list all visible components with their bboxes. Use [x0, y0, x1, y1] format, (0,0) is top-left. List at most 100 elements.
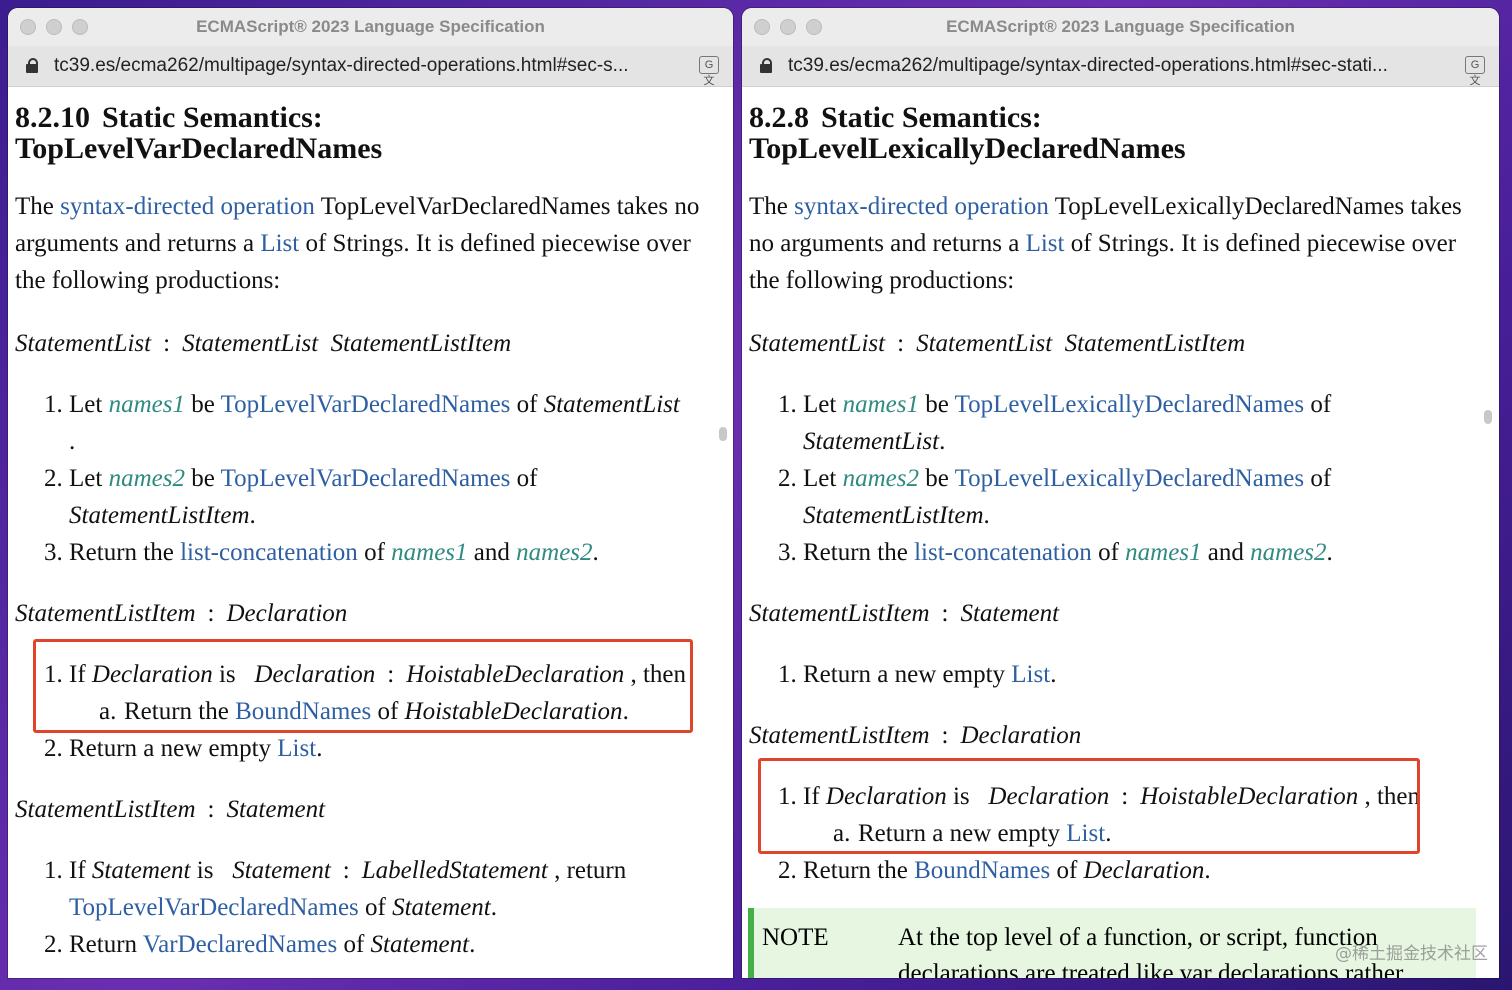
title-bar[interactable]: ECMAScript® 2023 Language Specification	[742, 8, 1499, 46]
variable[interactable]: names1	[1125, 539, 1201, 566]
link-syntax-directed-operation[interactable]: syntax-directed operation	[60, 193, 315, 220]
text: .	[1326, 539, 1333, 566]
production-lhs: StatementList	[749, 330, 886, 357]
url-text[interactable]: tc39.es/ecma262/multipage/syntax-directe…	[54, 55, 679, 77]
algorithm-step: 1. If Statement is Statement: LabelledStat…	[44, 852, 726, 926]
url-text[interactable]: tc39.es/ecma262/multipage/syntax-directe…	[788, 55, 1443, 77]
link-toplevelvardeclarednames[interactable]: TopLevelVarDeclaredNames	[69, 894, 359, 921]
production-statementlistitem-statement: StatementListItem: Statement	[15, 795, 726, 825]
production-colon: :	[163, 330, 171, 357]
text: .	[939, 428, 946, 455]
section-heading: 8.2.8 Static Semantics: TopLevelLexically…	[749, 102, 1492, 164]
production-rhs: Statement	[226, 796, 326, 823]
section-title-line2: TopLevelLexicallyDeclaredNames	[749, 132, 1186, 165]
nonterminal: Statement	[91, 857, 191, 884]
text: .	[249, 502, 256, 529]
link-vardeclarednames[interactable]: VarDeclaredNames	[143, 931, 337, 958]
link-boundnames[interactable]: BoundNames	[914, 857, 1050, 884]
step-number: 2.	[44, 465, 63, 492]
browser-window-right: ECMAScript® 2023 Language Specification …	[742, 8, 1499, 978]
algorithm-step: 2. Return a new empty List.	[44, 730, 726, 767]
variable[interactable]: names1	[391, 539, 467, 566]
link-list[interactable]: List	[1011, 661, 1050, 688]
text: .	[983, 502, 990, 529]
nonterminal: LabelledStatement	[361, 857, 548, 884]
production-colon: :	[207, 600, 215, 627]
step-number: 1.	[44, 391, 63, 418]
text: be	[918, 465, 955, 492]
link-list-concatenation[interactable]: list-concatenation	[914, 539, 1092, 566]
algorithm-step: 1. Let names1 be TopLevelLexicallyDeclare…	[778, 386, 1492, 460]
translate-icon[interactable]: G文	[1465, 56, 1485, 87]
text: .	[1204, 857, 1211, 884]
production-statementlistitem-declaration: StatementListItem: Declaration	[15, 599, 726, 629]
text: Let	[69, 465, 109, 492]
algorithm-1: 1. Let names1 be TopLevelVarDeclaredNames…	[15, 386, 726, 571]
text: of	[358, 894, 393, 921]
page-content: 8.2.10 Static Semantics: TopLevelVarDecla…	[8, 86, 733, 978]
link-toplevelvardeclarednames[interactable]: TopLevelVarDeclaredNames	[221, 391, 511, 418]
text: of	[1050, 857, 1084, 884]
text: is	[190, 857, 220, 884]
text: .	[69, 428, 76, 455]
production-statementlistitem-statement: StatementListItem: Statement	[749, 599, 1492, 629]
text: If	[69, 857, 92, 884]
highlight-box	[33, 639, 693, 733]
algorithm-step: 2. Let names2 be TopLevelLexicallyDeclare…	[778, 460, 1492, 534]
link-toplevellexicallydeclarednames[interactable]: TopLevelLexicallyDeclaredNames	[955, 391, 1304, 418]
link-list-concatenation[interactable]: list-concatenation	[180, 539, 358, 566]
lock-icon	[760, 58, 772, 73]
algorithm-2: 1. Return a new empty List.	[749, 656, 1492, 693]
algorithm-1: 1. Let names1 be TopLevelLexicallyDeclare…	[749, 386, 1492, 571]
text: of	[337, 931, 371, 958]
variable[interactable]: names2	[1250, 539, 1326, 566]
production-statementlistitem-declaration: StatementListItem: Declaration	[749, 721, 1492, 751]
text: be	[184, 391, 221, 418]
link-toplevellexicallydeclarednames[interactable]: TopLevelLexicallyDeclaredNames	[955, 465, 1304, 492]
variable[interactable]: names1	[109, 391, 185, 418]
section-number: 8.2.10	[15, 101, 90, 134]
variable[interactable]: names2	[109, 465, 185, 492]
production-colon: :	[941, 600, 949, 627]
step-number: 2.	[44, 735, 63, 762]
production-lhs: StatementListItem	[749, 722, 930, 749]
intro-paragraph: The syntax-directed operation TopLevelLe…	[749, 188, 1492, 299]
link-syntax-directed-operation[interactable]: syntax-directed operation	[794, 193, 1049, 220]
address-bar[interactable]: tc39.es/ecma262/multipage/syntax-directe…	[742, 46, 1499, 87]
text: Return	[69, 931, 143, 958]
step-number: 2.	[778, 857, 797, 884]
translate-icon[interactable]: G文	[699, 56, 719, 87]
link-list[interactable]: List	[277, 735, 316, 762]
link-toplevelvardeclarednames[interactable]: TopLevelVarDeclaredNames	[221, 465, 511, 492]
text: Return a new empty	[69, 735, 278, 762]
link-list[interactable]: List	[1026, 230, 1065, 257]
nonterminal: StatementListItem	[803, 502, 984, 529]
text: The	[749, 193, 795, 220]
step-number: 2.	[778, 465, 797, 492]
algorithm-step: 2. Return VarDeclaredNames of Statement.	[44, 926, 726, 963]
text: Let	[69, 391, 109, 418]
variable[interactable]: names2	[843, 465, 919, 492]
section-number: 8.2.8	[749, 101, 809, 134]
address-bar[interactable]: tc39.es/ecma262/multipage/syntax-directe…	[8, 46, 733, 87]
production-rhs: Declaration	[960, 722, 1082, 749]
production-lhs: StatementListItem	[749, 600, 930, 627]
text: of	[357, 539, 392, 566]
production-colon: :	[897, 330, 905, 357]
variable[interactable]: names1	[843, 391, 919, 418]
title-bar[interactable]: ECMAScript® 2023 Language Specification	[8, 8, 733, 46]
highlight-box	[758, 758, 1420, 854]
algorithm-step: 2. Return the BoundNames of Declaration.	[778, 852, 1492, 889]
step-number: 3.	[778, 539, 797, 566]
text: be	[184, 465, 221, 492]
section-heading: 8.2.10 Static Semantics: TopLevelVarDecla…	[15, 102, 726, 164]
text: .	[490, 894, 497, 921]
text: .	[592, 539, 599, 566]
link-list[interactable]: List	[260, 230, 299, 257]
production-statementlist: StatementList: StatementList StatementLis…	[15, 329, 726, 359]
section-title-line1: Static Semantics:	[102, 101, 323, 134]
production-rhs: Statement	[960, 600, 1060, 627]
watermark: @稀土掘金技术社区	[1335, 944, 1488, 964]
variable[interactable]: names2	[516, 539, 592, 566]
production-lhs: StatementListItem	[15, 796, 196, 823]
